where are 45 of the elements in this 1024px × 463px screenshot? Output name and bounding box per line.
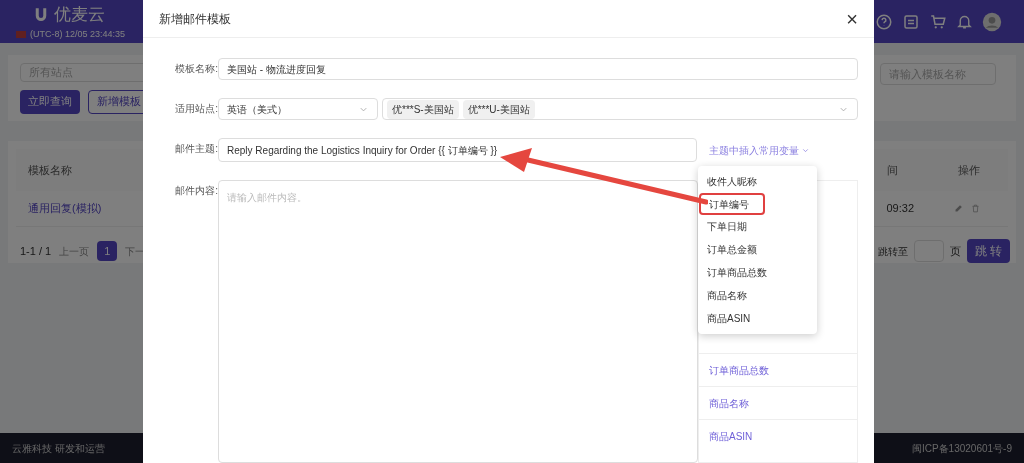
menu-item[interactable]: 商品名称	[698, 284, 817, 307]
flag-icon	[16, 30, 26, 38]
footer-text: 闽ICP备13020601号-9	[911, 441, 1012, 456]
app-logo-text: 优麦云	[54, 4, 105, 26]
page-button[interactable]: 1	[97, 241, 118, 261]
message-icon[interactable]	[902, 12, 920, 31]
bell-icon[interactable]	[956, 13, 973, 30]
site-select[interactable]: 优***S-美国站 优***U-美国站	[382, 98, 858, 120]
variable-item[interactable]: 商品ASIN	[709, 428, 753, 444]
template-name-field[interactable]: 美国站 - 物流进度回复	[218, 58, 858, 80]
goto-label: 跳转至	[877, 244, 908, 259]
site-tag: 优***S-美国站	[387, 99, 459, 119]
edit-icon[interactable]	[954, 203, 963, 213]
language-select[interactable]: 英语（美式）	[218, 98, 378, 120]
field-label: 邮件主题:	[174, 142, 218, 156]
variable-item[interactable]: 订单商品总数	[709, 362, 769, 378]
avatar-icon[interactable]	[982, 11, 1002, 32]
table-cell-text: 09:32	[886, 201, 914, 217]
menu-item[interactable]: 订单商品总数	[698, 261, 817, 284]
dialog-title: 新增邮件模板	[159, 10, 231, 28]
menu-item[interactable]: 商品ASIN	[698, 307, 817, 330]
menu-item[interactable]: 收件人昵称	[698, 170, 817, 193]
field-label: 邮件内容:	[174, 184, 218, 198]
cart-icon[interactable]	[929, 12, 947, 31]
insert-variable-link[interactable]: 主题中插入常用变量	[709, 138, 810, 162]
menu-item[interactable]: 订单编号	[699, 193, 765, 215]
goto-button[interactable]: 跳 转	[966, 239, 1010, 263]
page-unit-label: 页	[949, 243, 961, 259]
column-header: 模板名称	[28, 162, 72, 178]
clock-text: (UTC-8) 12/05 23:44:35	[30, 27, 126, 41]
pagination-summary: 1-1 / 1	[20, 243, 52, 259]
site-tag: 优***U-美国站	[462, 99, 535, 119]
menu-item[interactable]: 订单总金额	[698, 238, 817, 261]
menu-item[interactable]: 下单日期	[698, 215, 817, 238]
footer-text: 云雅科技 研发和运营	[12, 441, 105, 456]
field-label: 模板名称:	[174, 62, 218, 76]
template-name-link[interactable]: 通用回复(模拟)	[28, 200, 102, 217]
column-header: 间	[887, 162, 898, 178]
close-button[interactable]: ×	[846, 8, 858, 29]
field-label: 适用站点:	[174, 102, 218, 116]
query-button[interactable]: 立即查询	[20, 89, 80, 114]
column-header: 操作	[958, 162, 980, 178]
help-icon[interactable]	[875, 12, 893, 31]
variable-item[interactable]: 商品名称	[709, 395, 749, 411]
subject-field[interactable]: Reply Regarding the Logistics Inquiry for Order {{ 订单编号 }}	[218, 138, 697, 162]
